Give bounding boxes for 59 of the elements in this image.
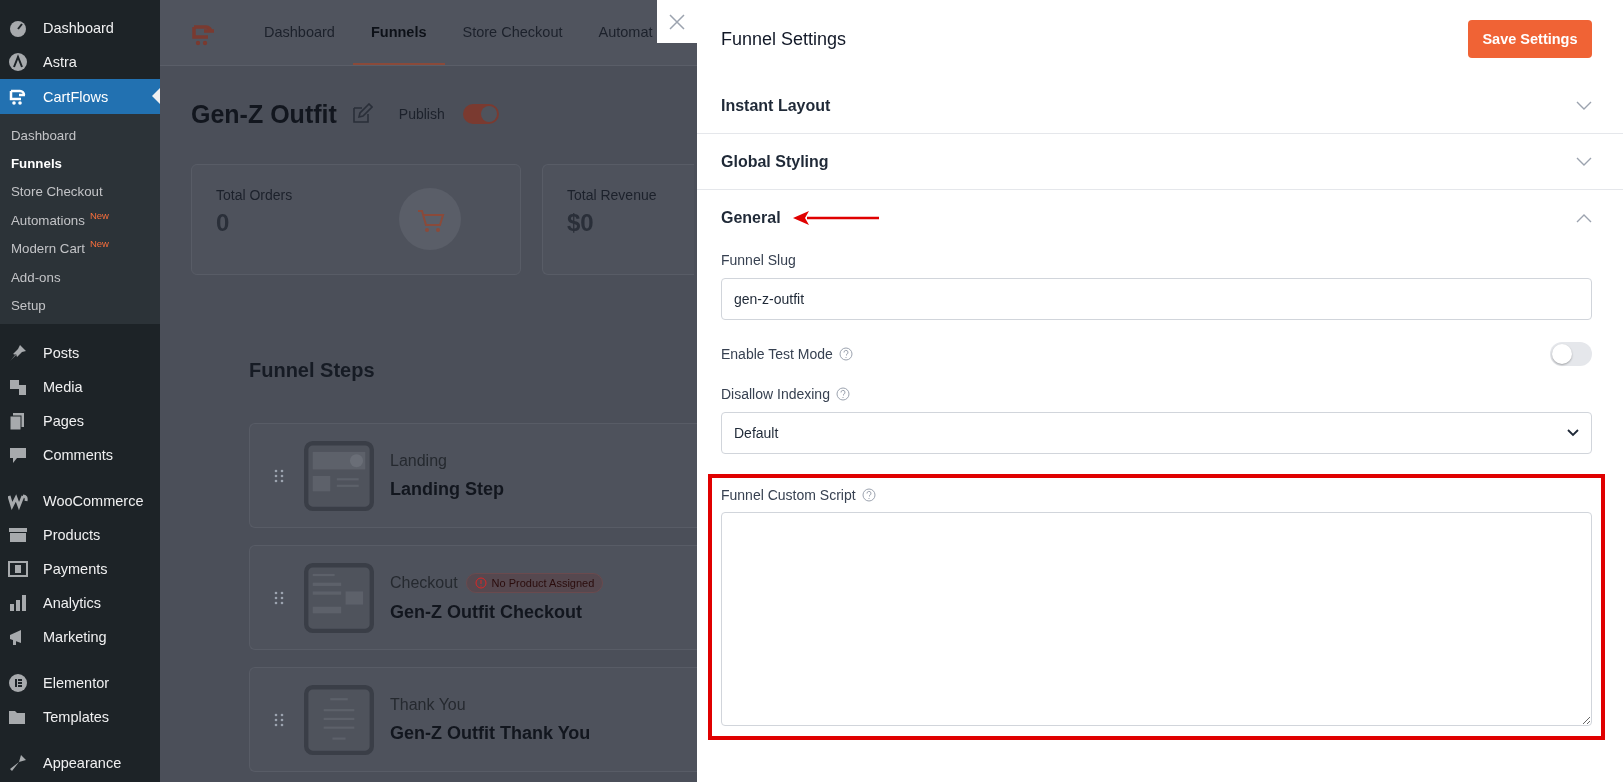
help-icon[interactable] (861, 488, 876, 502)
submenu-item[interactable]: Add-ons (0, 262, 160, 292)
cart-icon (398, 187, 462, 251)
edit-icon[interactable] (350, 103, 373, 125)
select-field[interactable]: Default (721, 412, 1592, 454)
chevron-up-icon (1576, 213, 1592, 223)
sidebar-menu-item[interactable]: Comments (0, 437, 160, 472)
sidebar-menu-item[interactable]: Astra (0, 45, 160, 79)
page-thumbnail-icon (304, 684, 374, 755)
brush-icon (8, 752, 28, 773)
sidebar-menu-item[interactable]: Appearance (0, 745, 160, 780)
chevron-down-icon (1576, 100, 1592, 111)
publish-toggle[interactable] (462, 104, 499, 124)
submenu-item[interactable]: Modern Cart New (0, 234, 160, 263)
sidebar-menu-item[interactable]: Elementor (0, 665, 160, 700)
drag-handle-icon[interactable] (274, 712, 284, 727)
e-logo-icon (8, 672, 28, 693)
sidebar-menu-item[interactable]: CartFlows (0, 79, 160, 114)
page-thumbnail-icon (304, 440, 374, 511)
submenu-item[interactable]: Funnels (0, 149, 160, 178)
dashboard-icon (8, 18, 28, 38)
field-label: Funnel Slug (721, 252, 796, 268)
slug-input-field[interactable]: gen-z-outfit (721, 278, 1592, 320)
bar-chart-icon (8, 592, 28, 613)
sidebar-menu-item[interactable]: Pages (0, 403, 160, 438)
sidebar-menu-item[interactable]: Media (0, 369, 160, 404)
close-button[interactable] (657, 0, 697, 43)
submenu-item[interactable]: Automations New (0, 206, 160, 235)
submenu-item[interactable]: Setup (0, 291, 160, 320)
sidebar-menu-item[interactable]: Posts (0, 335, 160, 370)
sidebar-menu-item[interactable]: Marketing (0, 619, 160, 654)
sidebar-menu-item[interactable]: Payments (0, 551, 160, 586)
warning-badge: No Product Assigned (465, 572, 604, 593)
help-icon[interactable] (838, 347, 853, 361)
step-title: Gen-Z Outfit Thank You (390, 722, 591, 744)
drag-handle-icon[interactable] (274, 590, 284, 605)
submenu-item[interactable]: Dashboard (0, 121, 160, 150)
page-thumbnail-icon (304, 562, 374, 633)
help-icon[interactable] (835, 387, 850, 401)
chevron-down-icon (1567, 429, 1579, 437)
funnel-title: Gen-Z Outfit (191, 99, 337, 129)
sidebar-menu-item[interactable]: Analytics (0, 585, 160, 620)
letter-a-icon (8, 52, 28, 72)
submenu-item[interactable]: Store Checkout (0, 177, 160, 207)
close-icon (669, 13, 685, 30)
drawer-title: Funnel Settings (721, 28, 847, 50)
pin-icon (8, 342, 28, 363)
field-label: Enable Test Mode (721, 346, 833, 362)
sidebar-menu-item[interactable]: Templates (0, 699, 160, 734)
chevron-down-icon (1576, 156, 1592, 167)
sidebar-menu-item[interactable]: Dashboard (0, 11, 160, 45)
toggle-switch[interactable] (1550, 342, 1592, 366)
drag-handle-icon[interactable] (274, 468, 284, 483)
step-title: Gen-Z Outfit Checkout (390, 601, 583, 623)
sidebar-menu-item[interactable]: Products (0, 517, 160, 552)
field-label: Funnel Custom Script (721, 487, 856, 503)
step-title: Landing Step (390, 478, 504, 500)
field-label: Disallow Indexing (721, 386, 830, 402)
sidebar-menu-item[interactable]: WooCommerce (0, 483, 160, 518)
